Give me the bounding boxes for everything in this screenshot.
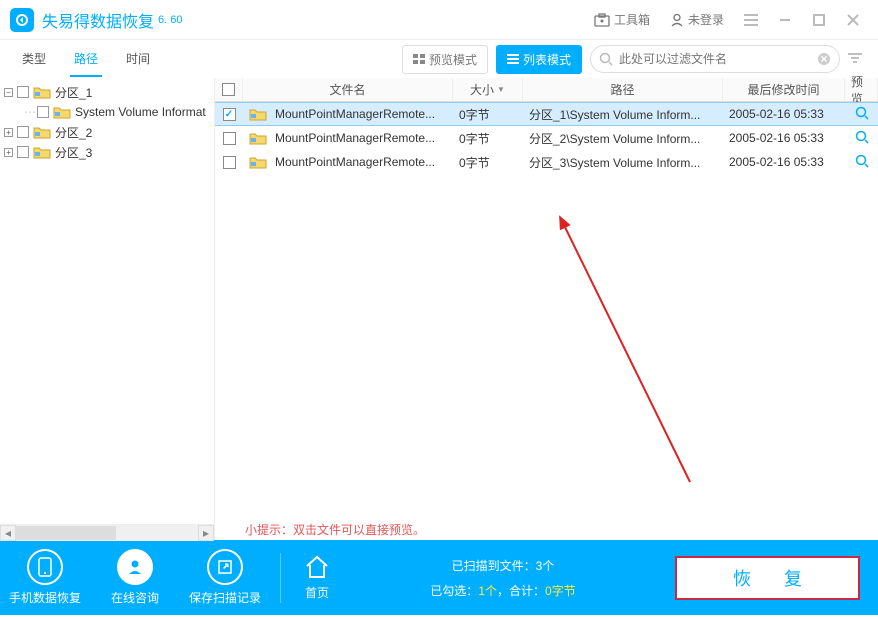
tab-type[interactable]: 类型 bbox=[18, 42, 50, 77]
tree-checkbox[interactable] bbox=[17, 146, 29, 158]
file-size: 0字节 bbox=[453, 130, 523, 147]
tree-label: 分区_3 bbox=[55, 144, 92, 161]
file-date: 2005-02-16 05:33 bbox=[723, 107, 845, 121]
file-row[interactable]: MountPointManagerRemote... 0字节分区_1\System… bbox=[215, 102, 878, 126]
filter-icon[interactable] bbox=[848, 51, 868, 67]
file-date: 2005-02-16 05:33 bbox=[723, 131, 845, 145]
tab-time[interactable]: 时间 bbox=[122, 42, 154, 77]
tree-label: System Volume Informat bbox=[75, 105, 206, 119]
tree-checkbox[interactable] bbox=[17, 86, 29, 98]
row-checkbox[interactable] bbox=[223, 156, 236, 169]
file-size: 0字节 bbox=[453, 106, 523, 123]
col-preview[interactable]: 预览 bbox=[845, 78, 878, 101]
row-checkbox[interactable] bbox=[223, 108, 236, 121]
export-icon bbox=[207, 549, 243, 585]
folder-tree[interactable]: − 分区_1⋯System Volume Informat + 分区_2 + 分区_3 bbox=[0, 78, 214, 524]
tree-label: 分区_2 bbox=[55, 124, 92, 141]
toolbox-button[interactable]: 工具箱 bbox=[586, 7, 658, 32]
tree-node[interactable]: + 分区_2 bbox=[4, 122, 210, 142]
save-record-button[interactable]: 保存扫描记录 bbox=[180, 549, 270, 606]
file-row[interactable]: MountPointManagerRemote... 0字节分区_3\System… bbox=[215, 150, 878, 174]
tree-checkbox[interactable] bbox=[17, 126, 29, 138]
file-size: 0字节 bbox=[453, 154, 523, 171]
consult-icon bbox=[117, 549, 153, 585]
file-name: MountPointManagerRemote... bbox=[275, 155, 435, 169]
app-title: 失易得数据恢复 bbox=[42, 8, 154, 32]
tab-path[interactable]: 路径 bbox=[70, 42, 102, 77]
search-input[interactable] bbox=[619, 52, 811, 66]
file-path: 分区_3\System Volume Inform... bbox=[523, 154, 723, 171]
hint-text: 小提示：双击文件可以直接预览。 bbox=[245, 521, 425, 538]
tree-toggle[interactable]: + bbox=[4, 148, 13, 157]
file-path: 分区_2\System Volume Inform... bbox=[523, 130, 723, 147]
list-mode-button[interactable]: 列表模式 bbox=[496, 45, 582, 74]
phone-recovery-button[interactable]: 手机数据恢复 bbox=[0, 549, 90, 606]
col-size[interactable]: 大小▼ bbox=[453, 78, 523, 101]
camera-icon bbox=[594, 13, 610, 27]
preview-icon[interactable] bbox=[855, 154, 869, 171]
folder-icon bbox=[33, 125, 51, 139]
home-icon bbox=[303, 554, 331, 580]
scan-stats: 已扫描到文件：3个 已勾选：1个，合计：0字节 bbox=[331, 557, 675, 599]
tree-node[interactable]: − 分区_1 bbox=[4, 82, 210, 102]
grid-icon bbox=[413, 54, 425, 64]
close-button[interactable] bbox=[838, 5, 868, 35]
file-table-header: 文件名 大小▼ 路径 最后修改时间 预览 bbox=[215, 78, 878, 102]
folder-icon bbox=[33, 145, 51, 159]
divider bbox=[280, 553, 281, 603]
file-icon bbox=[249, 155, 267, 169]
online-consult-button[interactable]: 在线咨询 bbox=[90, 549, 180, 606]
file-path: 分区_1\System Volume Inform... bbox=[523, 106, 723, 123]
tree-node[interactable]: + 分区_3 bbox=[4, 142, 210, 162]
app-version: 6. 60 bbox=[158, 14, 182, 26]
folder-icon bbox=[53, 105, 71, 119]
clear-icon[interactable] bbox=[817, 52, 831, 66]
search-box[interactable] bbox=[590, 45, 840, 73]
tree-scrollbar[interactable]: ◂ ▸ bbox=[0, 524, 214, 540]
col-filename[interactable]: 文件名 bbox=[243, 78, 453, 101]
tree-node[interactable]: ⋯System Volume Informat bbox=[4, 102, 210, 122]
annotation-arrow bbox=[550, 212, 730, 492]
phone-icon bbox=[27, 549, 63, 585]
home-button[interactable]: 首页 bbox=[303, 554, 331, 601]
preview-mode-button[interactable]: 预览模式 bbox=[402, 45, 488, 74]
tree-toggle[interactable]: + bbox=[4, 128, 13, 137]
minimize-button[interactable] bbox=[770, 5, 800, 35]
col-path[interactable]: 路径 bbox=[523, 78, 723, 101]
tree-label: 分区_1 bbox=[55, 84, 92, 101]
file-row[interactable]: MountPointManagerRemote... 0字节分区_2\System… bbox=[215, 126, 878, 150]
folder-icon bbox=[33, 85, 51, 99]
select-all-checkbox[interactable] bbox=[222, 83, 235, 96]
menu-icon[interactable] bbox=[736, 5, 766, 35]
login-button[interactable]: 未登录 bbox=[662, 7, 732, 32]
tree-toggle[interactable]: − bbox=[4, 88, 13, 97]
user-icon bbox=[670, 13, 684, 27]
file-icon bbox=[249, 131, 267, 145]
recover-button[interactable]: 恢 复 bbox=[675, 556, 860, 600]
app-logo bbox=[10, 8, 34, 32]
file-icon bbox=[249, 107, 267, 121]
preview-icon[interactable] bbox=[855, 106, 869, 123]
row-checkbox[interactable] bbox=[223, 132, 236, 145]
tree-checkbox[interactable] bbox=[37, 106, 49, 118]
list-icon bbox=[507, 54, 519, 64]
preview-icon[interactable] bbox=[855, 130, 869, 147]
file-name: MountPointManagerRemote... bbox=[275, 131, 435, 145]
col-date[interactable]: 最后修改时间 bbox=[723, 78, 845, 101]
search-icon bbox=[599, 52, 613, 66]
file-name: MountPointManagerRemote... bbox=[275, 107, 435, 121]
file-date: 2005-02-16 05:33 bbox=[723, 155, 845, 169]
maximize-button[interactable] bbox=[804, 5, 834, 35]
